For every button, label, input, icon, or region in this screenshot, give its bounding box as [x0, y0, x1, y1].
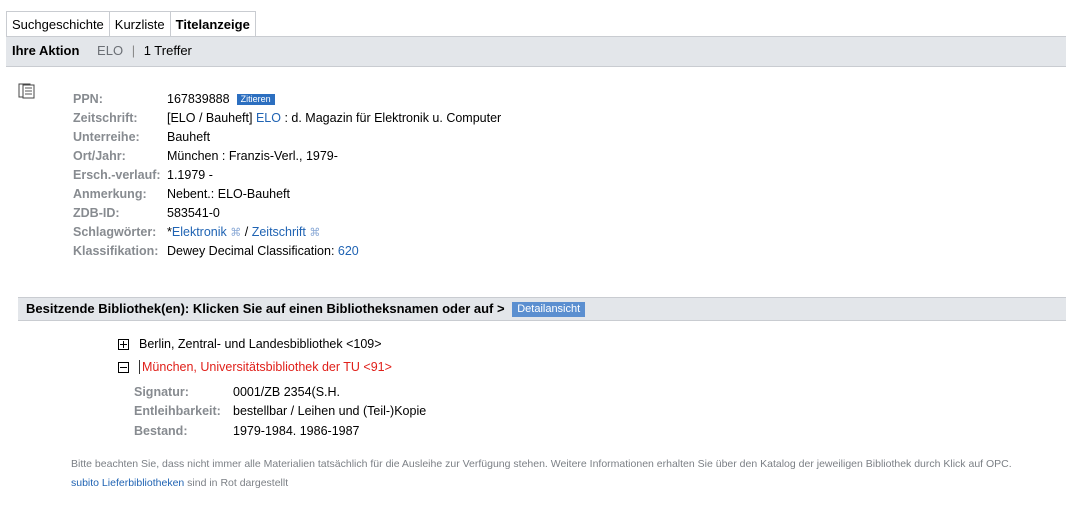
tab-bar: Suchgeschichte Kurzliste Titelanzeige — [6, 11, 256, 37]
anmerkung-value: Nebent.: ELO-Bauheft — [167, 186, 290, 201]
signatur-value: 0001/ZB 2354(S.H. — [233, 384, 341, 399]
expand-icon[interactable] — [118, 338, 129, 350]
action-separator: | — [131, 43, 136, 58]
record-fields: PPN: 167839888 Zitieren Zeitschrift: [ELO… — [73, 89, 501, 260]
owners-heading: Besitzende Bibliothek(en): Klicken Sie a… — [26, 301, 505, 316]
field-label: Zeitschrift: — [73, 110, 138, 125]
action-result-count: 1 Treffer — [143, 43, 192, 58]
tab-titelanzeige[interactable]: Titelanzeige — [169, 11, 256, 37]
field-label: Schlagwörter: — [73, 224, 157, 239]
holding-label: Bestand: — [134, 423, 188, 438]
zeitschrift-value: [ELO / Bauheft] ELO : d. Magazin für Ele… — [167, 111, 501, 125]
zeitschrift-link[interactable]: ELO — [256, 111, 281, 125]
note-suffix: sind in Rot dargestellt — [187, 477, 289, 489]
holding-entleihbarkeit: Entleihbarkeit: bestellbar / Leihen und … — [134, 402, 426, 422]
field-label: Anmerkung: — [73, 186, 147, 201]
collapse-icon[interactable] — [118, 361, 129, 373]
bestand-value: 1979-1984. 1986-1987 — [233, 423, 360, 438]
action-bar: Ihre Aktion ELO | 1 Treffer — [6, 36, 1066, 67]
ort-jahr-value: München : Franzis-Verl., 1979- — [167, 148, 338, 163]
tab-suchgeschichte[interactable]: Suchgeschichte — [6, 11, 110, 37]
ppn-value: 167839888 Zitieren — [167, 92, 275, 106]
zeitschrift-subtitle: : d. Magazin für Elektronik u. Computer — [284, 110, 502, 125]
library-item-berlin: Berlin, Zentral- und Landesbibliothek <1… — [118, 335, 382, 353]
library-name-muenchen[interactable]: München, Universitätsbibliothek der TU <… — [139, 360, 392, 374]
command-icon[interactable]: ⌘ — [230, 227, 241, 239]
schlagwoerter-value: *Elektronik ⌘ / Zeitschrift ⌘ — [167, 225, 320, 239]
holding-label: Signatur: — [134, 384, 189, 399]
tab-kurzliste[interactable]: Kurzliste — [108, 11, 171, 37]
library-name-berlin[interactable]: Berlin, Zentral- und Landesbibliothek <1… — [139, 337, 382, 351]
cite-button[interactable]: Zitieren — [236, 93, 275, 105]
unterreihe-link[interactable]: Bauheft — [167, 130, 210, 144]
field-erscheinungsverlauf: Ersch.-verlauf: 1.1979 - — [73, 165, 501, 184]
document-icon — [18, 83, 35, 99]
library-item-muenchen: München, Universitätsbibliothek der TU <… — [118, 358, 392, 376]
owners-bar: Besitzende Bibliothek(en): Klicken Sie a… — [18, 297, 1066, 321]
field-label: ZDB-ID: — [73, 205, 120, 220]
field-label: Ersch.-verlauf: — [73, 167, 161, 182]
field-label: Unterreihe: — [73, 129, 140, 144]
schlagwort-elektronik-link[interactable]: Elektronik — [172, 225, 227, 239]
entleihbarkeit-value: bestellbar / Leihen und (Teil-)Kopie — [233, 404, 427, 419]
action-label: Ihre Aktion — [12, 43, 80, 58]
klassifikation-scheme: Dewey Decimal Classification: — [167, 243, 335, 258]
field-klassifikation: Klassifikation: Dewey Decimal Classifica… — [73, 241, 501, 260]
holdings-details: Signatur: 0001/ZB 2354(S.H. Entleihbarke… — [134, 382, 426, 441]
schlagwort-zeitschrift-link[interactable]: Zeitschrift — [252, 225, 306, 239]
ppn-number: 167839888 — [167, 91, 230, 106]
klassifikation-value: Dewey Decimal Classification: 620 — [167, 244, 359, 258]
holding-signatur: Signatur: 0001/ZB 2354(S.H. — [134, 382, 426, 402]
availability-note: Bitte beachten Sie, dass nicht immer all… — [71, 455, 1061, 493]
field-ort-jahr: Ort/Jahr: München : Franzis-Verl., 1979- — [73, 146, 501, 165]
action-query: ELO — [97, 43, 124, 58]
zeitschrift-prefix: [ELO / Bauheft] — [167, 110, 253, 125]
holding-bestand: Bestand: 1979-1984. 1986-1987 — [134, 421, 426, 441]
holding-label: Entleihbarkeit: — [134, 404, 221, 419]
field-label: PPN: — [73, 91, 103, 106]
note-text: Bitte beachten Sie, dass nicht immer all… — [71, 458, 1012, 470]
schlagwort-separator: / — [244, 224, 249, 239]
field-schlagwoerter: Schlagwörter: *Elektronik ⌘ / Zeitschrif… — [73, 222, 501, 241]
field-zdb-id: ZDB-ID: 583541-0 — [73, 203, 501, 222]
note-line-2: subito Lieferbibliotheken sind in Rot da… — [71, 474, 1061, 493]
zdb-id-value: 583541-0 — [167, 205, 220, 220]
erscheinungsverlauf-value: 1.1979 - — [167, 167, 213, 182]
field-label: Ort/Jahr: — [73, 148, 126, 163]
klassifikation-link[interactable]: 620 — [338, 244, 359, 258]
detail-view-button[interactable]: Detailansicht — [512, 302, 586, 317]
command-icon[interactable]: ⌘ — [309, 227, 320, 239]
field-anmerkung: Anmerkung: Nebent.: ELO-Bauheft — [73, 184, 501, 203]
field-ppn: PPN: 167839888 Zitieren — [73, 89, 501, 108]
field-zeitschrift: Zeitschrift: [ELO / Bauheft] ELO : d. Ma… — [73, 108, 501, 127]
subito-link[interactable]: subito Lieferbibliotheken — [71, 477, 184, 489]
field-unterreihe: Unterreihe: Bauheft — [73, 127, 501, 146]
field-label: Klassifikation: — [73, 243, 159, 258]
